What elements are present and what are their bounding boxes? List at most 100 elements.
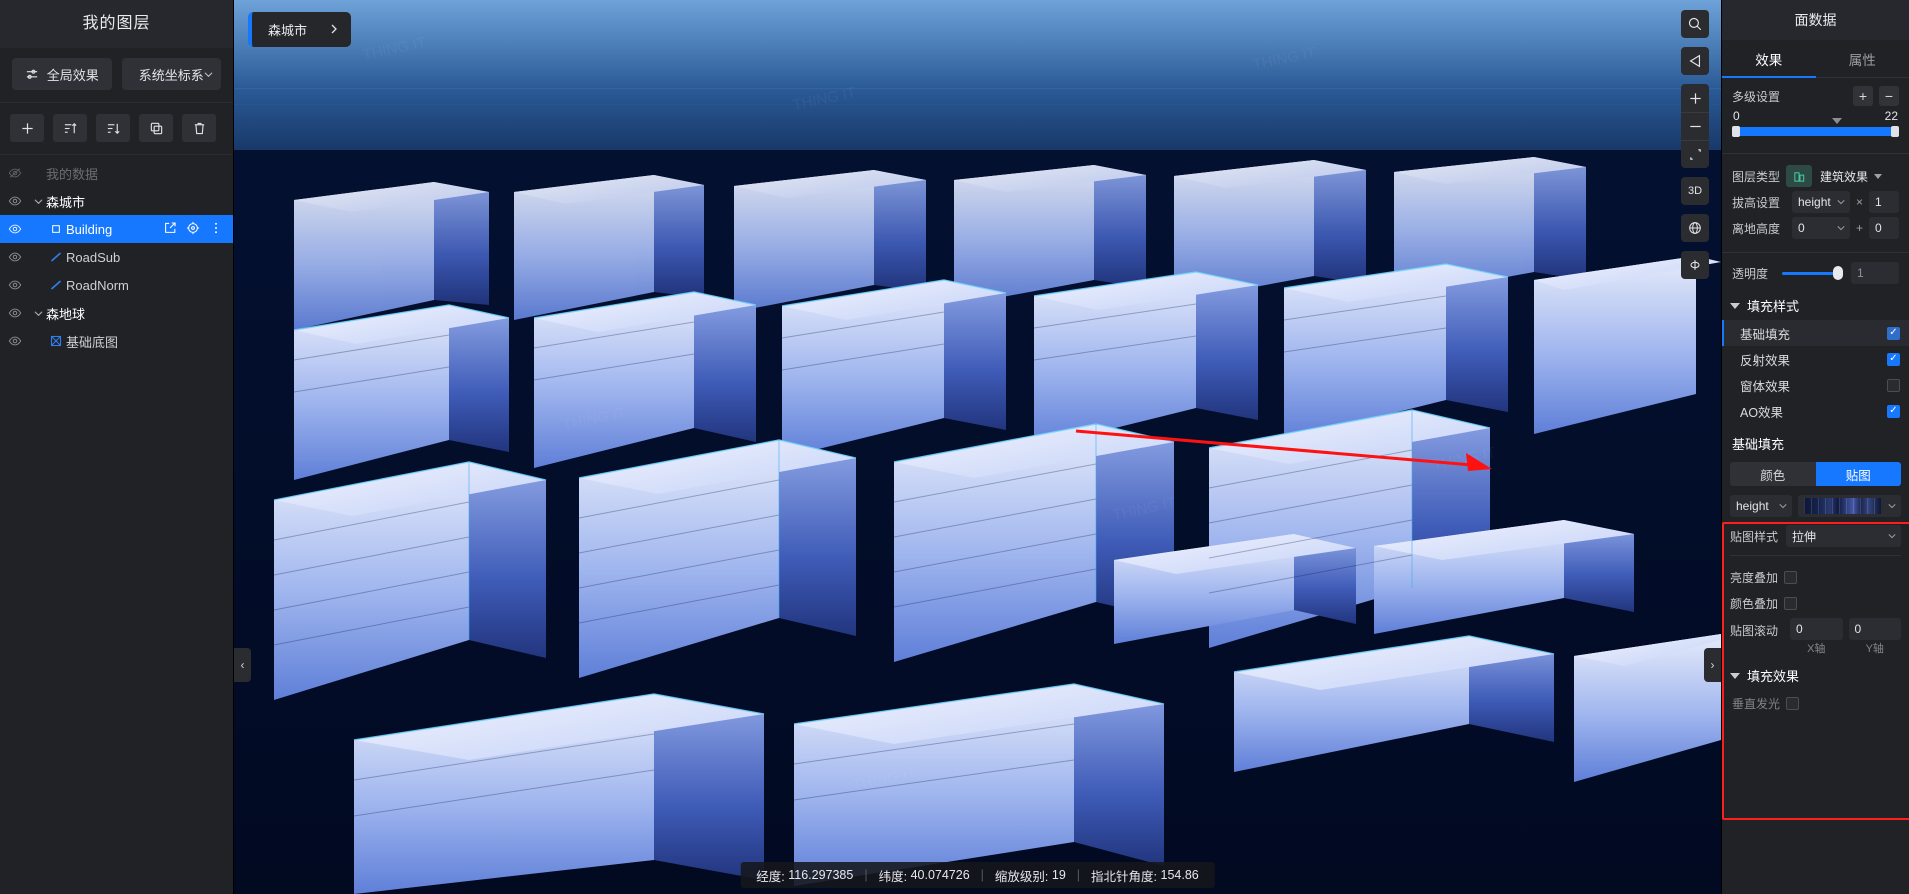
layer-type-label: 图层类型 [1732, 169, 1781, 184]
opacity-value-input[interactable]: 1 [1851, 262, 1899, 284]
checkbox[interactable] [1887, 352, 1900, 366]
locate-icon[interactable] [186, 221, 200, 238]
breadcrumb-label: 森城市 [268, 23, 308, 38]
visibility-off-icon[interactable] [0, 166, 30, 180]
fill-style-header[interactable]: 填充样式 [1722, 290, 1909, 320]
sidebar-actions: 全局效果 系统坐标系 [0, 48, 233, 103]
texture-scroll-x-input[interactable]: 0 [1790, 618, 1843, 640]
chevron-down-icon [204, 70, 213, 79]
breadcrumb[interactable]: 森城市 [248, 12, 352, 47]
sidebar-item-building[interactable]: Building [0, 215, 233, 243]
list-item[interactable]: RoadNorm [0, 271, 233, 299]
edit-icon[interactable] [163, 221, 177, 238]
checkbox[interactable] [1784, 570, 1797, 584]
layer-settings-section: 图层类型 建筑效果 拔高设置 height × 1 离地高度 0 + 0 [1722, 161, 1909, 245]
checkbox[interactable] [1887, 378, 1900, 392]
extrude-field-select[interactable]: height [1792, 191, 1850, 213]
sidebar-title: 我的图层 [0, 0, 233, 48]
tab-effects[interactable]: 效果 [1722, 40, 1816, 78]
visibility-icon[interactable] [0, 194, 30, 208]
vertical-glow-row[interactable]: 垂直发光 [1722, 690, 1909, 716]
collapse-right-panel-button[interactable]: › [1704, 648, 1721, 682]
3d-toggle[interactable]: 3D [1681, 177, 1709, 205]
more-menu-icon[interactable] [209, 221, 223, 238]
visibility-icon[interactable] [0, 306, 30, 320]
list-item[interactable]: 我的数据 [0, 159, 233, 187]
checkbox[interactable] [1784, 596, 1797, 610]
global-effects-label: 全局效果 [46, 67, 99, 83]
chevron-right-icon[interactable] [329, 22, 339, 37]
visibility-icon[interactable] [0, 222, 30, 236]
sort-asc-button[interactable] [53, 114, 87, 142]
sort-desc-button[interactable] [96, 114, 130, 142]
extrude-field-value: height [1798, 195, 1831, 209]
texture-style-select[interactable]: 拉伸 [1786, 525, 1901, 547]
fill-effect-header[interactable]: 填充效果 [1722, 656, 1909, 690]
multilevel-range: 0 22 [1732, 106, 1899, 125]
fill-style-item-base[interactable]: 基础填充 [1722, 320, 1909, 346]
fill-style-item-reflection[interactable]: 反射效果 [1722, 346, 1909, 372]
base-fill-mode-color[interactable]: 颜色 [1730, 462, 1816, 486]
visibility-icon[interactable] [0, 334, 30, 348]
ground-height-field-select[interactable]: 0 [1792, 217, 1850, 239]
layer-type-select[interactable]: 建筑效果 [1820, 168, 1883, 185]
checkbox[interactable] [1786, 696, 1799, 710]
zoom-out-icon[interactable] [1681, 112, 1709, 140]
building-icon[interactable] [1786, 165, 1812, 187]
base-fill-field-select[interactable]: height [1730, 495, 1792, 517]
slider-knob-max[interactable] [1891, 126, 1899, 137]
checkbox[interactable] [1887, 326, 1900, 340]
ground-height-operator: + [1856, 221, 1864, 235]
visibility-icon[interactable] [0, 250, 30, 264]
ground-height-row: 离地高度 0 + 0 [1732, 215, 1899, 241]
polygon-icon [46, 224, 66, 234]
globe-icon[interactable] [1681, 214, 1709, 242]
chevron-down-icon [1888, 499, 1896, 513]
chevron-down-icon[interactable] [30, 309, 46, 318]
chevron-down-icon[interactable] [30, 197, 46, 206]
multilevel-slider[interactable] [1732, 118, 1899, 137]
add-layer-button[interactable] [10, 114, 44, 142]
tab-attributes[interactable]: 属性 [1816, 40, 1909, 77]
list-item[interactable]: 森城市 [0, 187, 233, 215]
global-effects-button[interactable]: 全局效果 [12, 58, 112, 90]
rotate-icon[interactable] [1681, 251, 1709, 279]
longitude-label: 经度: [756, 869, 785, 884]
ground-height-label: 离地高度 [1732, 221, 1781, 236]
delete-button[interactable] [182, 114, 216, 142]
texture-scroll-label: 贴图滚动 [1730, 624, 1779, 638]
multilevel-section: 多级设置 + − 0 22 [1722, 78, 1909, 146]
base-fill-mode-texture[interactable]: 贴图 [1815, 462, 1901, 486]
fullscreen-icon[interactable] [1681, 140, 1709, 168]
visibility-icon[interactable] [0, 278, 30, 292]
properties-panel: 面数据 效果 属性 多级设置 + − 0 22 图层类型 建筑效果 拔高设置 h… [1721, 0, 1909, 894]
fill-style-item-ao[interactable]: AO效果 [1722, 398, 1909, 424]
ground-height-offset-input[interactable]: 0 [1869, 217, 1899, 239]
list-item[interactable]: 森地球 [0, 299, 233, 327]
color-overlay-label: 颜色叠加 [1730, 596, 1779, 611]
extrude-multiplier-input[interactable]: 1 [1869, 191, 1899, 213]
search-icon[interactable] [1681, 10, 1709, 38]
copy-button[interactable] [139, 114, 173, 142]
texture-preview-select[interactable] [1798, 495, 1901, 517]
texture-scroll-x-label: X轴 [1807, 643, 1826, 655]
texture-scroll-y-input[interactable]: 0 [1848, 618, 1901, 640]
measure-icon[interactable] [1681, 47, 1709, 75]
checkbox[interactable] [1887, 404, 1900, 418]
fill-style-item-window[interactable]: 窗体效果 [1722, 372, 1909, 398]
multilevel-add-button[interactable]: + [1853, 86, 1873, 106]
collapse-left-panel-button[interactable]: ‹ [234, 648, 251, 682]
slider-knob[interactable] [1833, 266, 1843, 280]
brightness-overlay-row[interactable]: 亮度叠加 [1722, 564, 1909, 590]
color-overlay-row[interactable]: 颜色叠加 [1722, 590, 1909, 616]
latitude-value: 40.074726 [910, 868, 970, 882]
opacity-label: 透明度 [1732, 266, 1769, 281]
coordinate-system-button[interactable]: 系统坐标系 [121, 58, 221, 90]
list-item[interactable]: 基础底图 [0, 327, 233, 355]
map-viewport[interactable]: THING IT THING IT THING IT THING IT THIN… [234, 0, 1721, 894]
opacity-slider[interactable] [1782, 266, 1843, 280]
zoom-in-icon[interactable] [1681, 84, 1709, 112]
slider-knob-min[interactable] [1732, 126, 1740, 137]
multilevel-remove-button[interactable]: − [1879, 86, 1899, 106]
list-item[interactable]: RoadSub [0, 243, 233, 271]
